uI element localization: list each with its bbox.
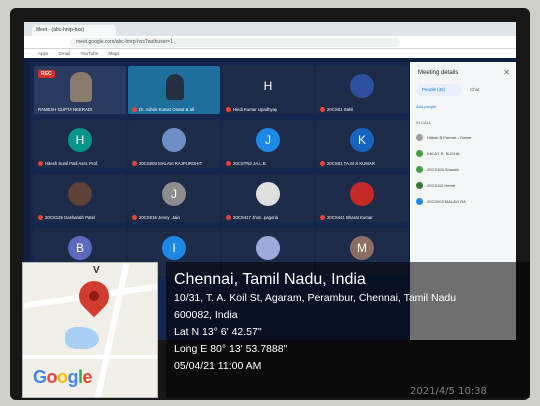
participant-avatar: M	[350, 236, 374, 260]
participant-tile[interactable]: J 20CS016 Jenny .Jain	[128, 174, 220, 222]
address-line-2: 600082, India	[174, 309, 238, 321]
mic-off-icon	[132, 107, 137, 112]
google-logo: Google	[33, 367, 93, 387]
map-water	[65, 327, 99, 349]
participant-tile[interactable]: 20CS417 Jhon .pagoria	[222, 174, 314, 222]
participant-tile[interactable]: 20CS441 Bharat Kumar	[316, 174, 408, 222]
participant-name: Dr. Ashok Kumar Oswal & all	[132, 107, 194, 112]
mic-off-icon	[226, 161, 231, 166]
participant-name: 20CS417 Jhon .pagoria	[226, 215, 278, 220]
participant-avatar: J	[162, 182, 186, 206]
address-bar: meet.google.com/abc-hnrp-hxs?authuser=1	[24, 36, 516, 49]
participant-name: 20CS01 TA.SI S KUMAR	[320, 161, 375, 166]
camera-timestamp: 2021/4/5 10:38	[410, 386, 487, 397]
participant-list-item[interactable]: KALAY R. BUSHA	[416, 150, 512, 160]
longitude: Long E 80° 13' 53.7888"	[174, 343, 288, 355]
browser-tab-bar: Meet - (abc-hnrp-hxs)	[24, 22, 516, 36]
participant-list-item[interactable]: Hitesh B Parmar - Owner	[416, 134, 512, 144]
participant-video	[70, 72, 92, 102]
recording-badge: REC	[38, 70, 55, 78]
participant-avatar	[68, 182, 92, 206]
participant-tile[interactable]: 20CS125 Dasharath Patel	[34, 174, 126, 222]
mic-off-icon	[320, 161, 325, 166]
participant-avatar	[162, 128, 186, 152]
map-road	[23, 355, 157, 359]
participant-name: Hitesh Sunil Patil Asst. Prof.	[38, 161, 98, 166]
participant-list-item[interactable]: 20CS115 Hemit	[416, 182, 512, 192]
latitude: Lat N 13° 6' 42.57"	[174, 326, 262, 338]
mic-off-icon	[320, 107, 325, 112]
section-label: IN CALL	[416, 120, 432, 125]
panel-title: Meeting details	[418, 70, 459, 76]
panel-tabs: People (46) Chat	[414, 84, 512, 96]
location-pin-center	[89, 291, 99, 301]
location-info: Chennai, Tamil Nadu, India 10/31, T. A. …	[166, 262, 530, 398]
mic-off-icon	[38, 161, 43, 166]
participant-tile[interactable]: K 20CS01 TA.SI S KUMAR	[316, 120, 408, 168]
participant-name: 20CS016 Jenny .Jain	[132, 215, 180, 220]
bookmark-item[interactable]: Apps	[38, 51, 48, 56]
participant-avatar: J	[256, 128, 280, 152]
participant-tile[interactable]: H Hindi Kumar Upadhyay	[222, 66, 314, 114]
participant-avatar	[256, 182, 280, 206]
participant-name: RAMESH GUPTA NEERADI	[38, 107, 93, 112]
participant-name: 20CSTN2 JA.L.B	[226, 161, 266, 166]
participant-avatar: H	[68, 128, 92, 152]
date-time: 05/04/21 11:00 AM	[174, 360, 262, 372]
geotag-overlay: V Google Chennai, Tamil Nadu, India 10/3…	[22, 262, 530, 398]
participant-list-item[interactable]: 20CS003 MALAVI RA	[416, 198, 512, 208]
mic-off-icon	[320, 215, 325, 220]
participant-tile[interactable]: 20CS003 MALAVI RAJPUROHIT	[128, 120, 220, 168]
location-city: Chennai, Tamil Nadu, India	[174, 271, 366, 288]
map-thumbnail: V Google	[22, 262, 158, 398]
participant-name: 20CS003 MALAVI RAJPUROHIT	[132, 161, 202, 166]
url-input[interactable]: meet.google.com/abc-hnrp-hxs?authuser=1	[70, 38, 400, 47]
photo-background: Meet - (abc-hnrp-hxs) meet.google.com/ab…	[0, 0, 540, 406]
participant-avatar	[350, 182, 374, 206]
bookmark-item[interactable]: Gmail	[59, 51, 71, 56]
add-people-label: Add people	[416, 104, 437, 109]
participant-avatar	[350, 74, 374, 98]
participant-tile[interactable]: J 20CSTN2 JA.L.B	[222, 120, 314, 168]
mic-off-icon	[38, 215, 43, 220]
participant-tile[interactable]: Dr. Ashok Kumar Oswal & all	[128, 66, 220, 114]
tab-people[interactable]: People (46)	[416, 84, 462, 96]
bookmarks-bar: Apps Gmail YouTube Maps	[24, 49, 516, 58]
mic-off-icon	[132, 161, 137, 166]
avatar	[416, 182, 423, 189]
avatar	[416, 134, 423, 141]
participant-name: 20CS441 Bharat Kumar	[320, 215, 373, 220]
participant-video	[166, 74, 184, 100]
participant-list-item[interactable]: 20CS105 Sharath	[416, 166, 512, 176]
browser-tab[interactable]: Meet - (abc-hnrp-hxs)	[32, 25, 116, 36]
participant-tile[interactable]: REC RAMESH GUPTA NEERADI	[34, 66, 126, 114]
add-people-button[interactable]: Add people	[416, 104, 512, 114]
participant-name: Hindi Kumar Upadhyay	[226, 107, 277, 112]
mic-off-icon	[226, 215, 231, 220]
mic-off-icon	[132, 215, 137, 220]
participant-avatar: I	[162, 236, 186, 260]
bookmark-item[interactable]: YouTube	[80, 51, 98, 56]
participant-avatar: K	[350, 128, 374, 152]
participant-avatar: B	[68, 236, 92, 260]
avatar	[416, 198, 423, 205]
participant-name: 20CS125 Dasharath Patel	[38, 215, 95, 220]
participant-tile[interactable]: H Hitesh Sunil Patil Asst. Prof.	[34, 120, 126, 168]
avatar	[416, 150, 423, 157]
participant-avatar	[256, 236, 280, 260]
avatar	[416, 166, 423, 173]
close-icon[interactable]: ✕	[503, 68, 510, 77]
tab-chat[interactable]: Chat	[470, 87, 480, 92]
participant-name: 20CS01 Sahil	[320, 107, 353, 112]
participant-avatar: H	[263, 79, 273, 93]
map-label: V	[93, 265, 100, 276]
bookmark-item[interactable]: Maps	[108, 51, 119, 56]
mic-off-icon	[226, 107, 231, 112]
participant-tile[interactable]: 20CS01 Sahil	[316, 66, 408, 114]
address-line-1: 10/31, T. A. Koil St, Agaram, Perambur, …	[174, 292, 457, 304]
